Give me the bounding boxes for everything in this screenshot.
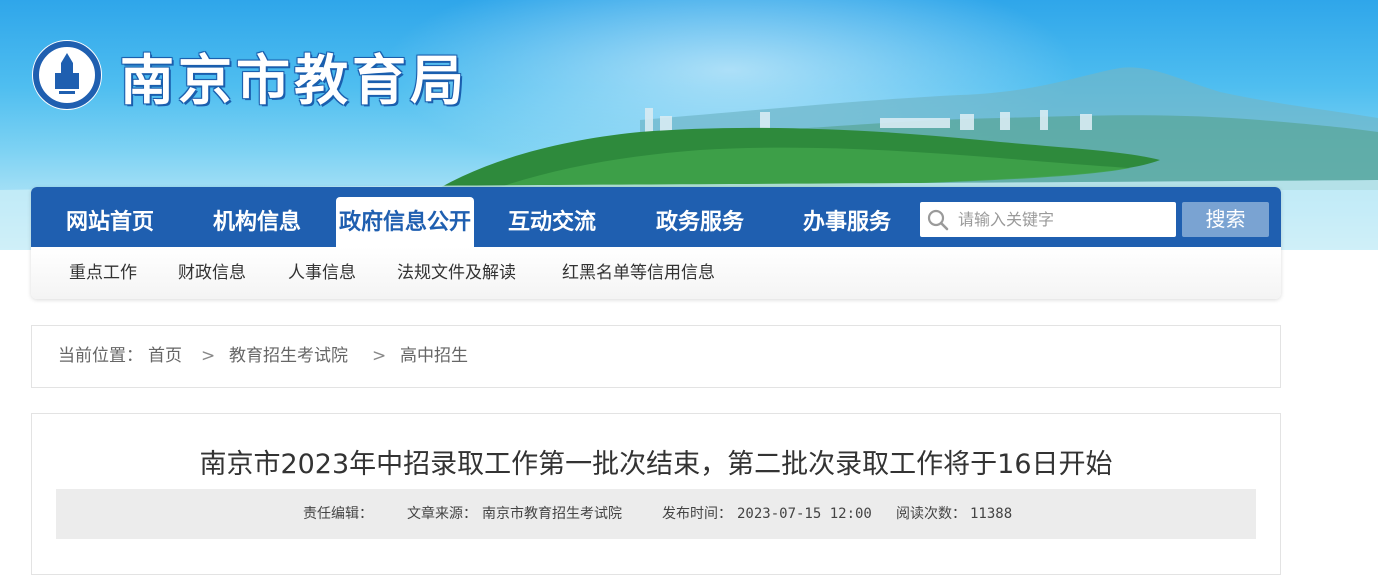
nanjing-education-emblem-icon bbox=[32, 40, 102, 110]
breadcrumb-link-exam-institute[interactable]: 教育招生考试院 bbox=[229, 326, 348, 387]
nav-item-gov-info-public[interactable]: 政府信息公开 bbox=[336, 197, 474, 247]
site-title: 南京市教育局 bbox=[120, 48, 468, 112]
nav-item-home[interactable]: 网站首页 bbox=[45, 197, 175, 247]
breadcrumb: 当前位置： 首页 > 教育招生考试院 > 高中招生 bbox=[31, 325, 1281, 388]
search-box bbox=[920, 202, 1176, 237]
breadcrumb-link-home[interactable]: 首页 bbox=[148, 326, 182, 387]
nav-item-gov-services[interactable]: 政务服务 bbox=[635, 197, 765, 247]
nav-item-affairs-services[interactable]: 办事服务 bbox=[782, 197, 912, 247]
meta-source-value: 南京市教育招生考试院 bbox=[482, 506, 622, 522]
sub-nav-personnel-info[interactable]: 人事信息 bbox=[288, 247, 356, 299]
search-input[interactable] bbox=[958, 202, 1168, 237]
article-title: 南京市2023年中招录取工作第一批次结束，第二批次录取工作将于16日开始 bbox=[199, 449, 1113, 480]
navigation: 网站首页 机构信息 政府信息公开 互动交流 政务服务 办事服务 搜索 重点工作 … bbox=[31, 187, 1281, 299]
search-button[interactable]: 搜索 bbox=[1182, 202, 1269, 237]
article-meta-bar: 责任编辑： 文章来源： 南京市教育招生考试院 发布时间： 2023-07-15 … bbox=[56, 489, 1256, 539]
main-nav-bar: 网站首页 机构信息 政府信息公开 互动交流 政务服务 办事服务 搜索 bbox=[31, 187, 1281, 247]
nav-item-organization[interactable]: 机构信息 bbox=[192, 197, 322, 247]
meta-time-value: 2023-07-15 12:00 bbox=[737, 506, 872, 522]
meta-source-label: 文章来源： bbox=[407, 506, 477, 522]
sub-nav-finance-info[interactable]: 财政信息 bbox=[178, 247, 246, 299]
meta-views-label: 阅读次数： bbox=[896, 506, 966, 522]
nav-item-interaction[interactable]: 互动交流 bbox=[487, 197, 617, 247]
sub-nav-key-work[interactable]: 重点工作 bbox=[69, 247, 137, 299]
breadcrumb-separator: > bbox=[201, 346, 216, 366]
breadcrumb-link-high-school-enrollment[interactable]: 高中招生 bbox=[400, 326, 468, 387]
meta-views-value: 11388 bbox=[970, 506, 1013, 522]
article: 南京市2023年中招录取工作第一批次结束，第二批次录取工作将于16日开始 责任编… bbox=[31, 413, 1281, 575]
breadcrumb-prefix: 当前位置： bbox=[58, 346, 143, 366]
sub-nav-bar: 重点工作 财政信息 人事信息 法规文件及解读 红黑名单等信用信息 bbox=[31, 247, 1281, 299]
search-icon bbox=[927, 209, 949, 231]
sub-nav-credit-info[interactable]: 红黑名单等信用信息 bbox=[562, 247, 715, 299]
breadcrumb-separator: > bbox=[372, 346, 387, 366]
meta-time-label: 发布时间： bbox=[662, 506, 732, 522]
meta-editor-label: 责任编辑： bbox=[303, 506, 373, 522]
sub-nav-regulations[interactable]: 法规文件及解读 bbox=[397, 247, 516, 299]
